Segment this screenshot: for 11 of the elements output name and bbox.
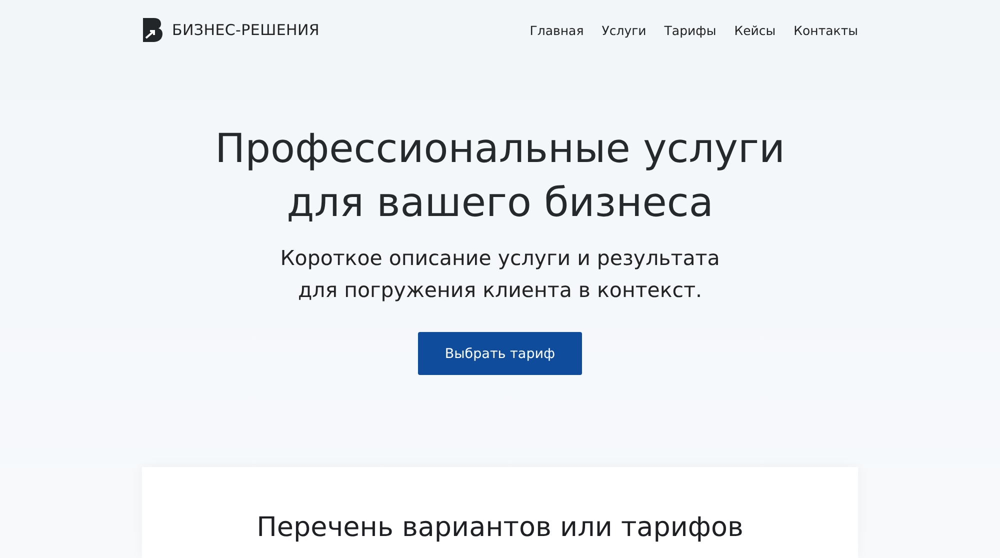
choose-plan-button[interactable]: Выбрать тариф	[418, 332, 582, 375]
logo-text: БИЗНЕС-РЕШЕНИЯ	[172, 21, 320, 39]
nav-link[interactable]: Главная	[530, 22, 584, 38]
hero-subtitle: Короткое описание услуги и результата для погружения клиента в контекст.	[280, 245, 720, 304]
nav-link[interactable]: Кейсы	[734, 22, 776, 38]
logo-icon	[142, 17, 164, 43]
nav-link[interactable]: Тарифы	[664, 22, 716, 38]
hero-title: Профессиональные услуги для вашего бизнеса	[215, 125, 785, 228]
card-heading: Перечень вариантов или тарифов	[256, 511, 744, 545]
nav-link[interactable]: Услуги	[602, 22, 646, 38]
nav-link[interactable]: Контакты	[794, 22, 858, 38]
